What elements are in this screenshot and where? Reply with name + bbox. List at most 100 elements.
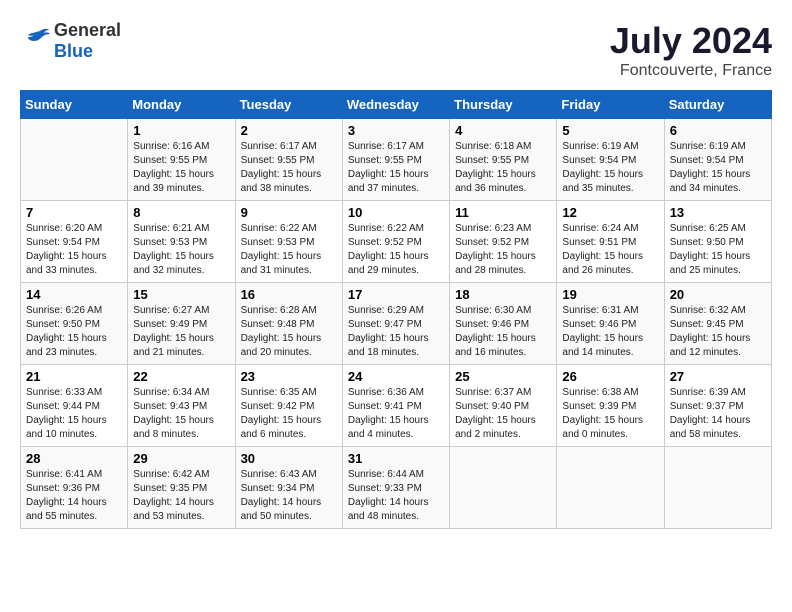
day-content: Sunrise: 6:26 AM Sunset: 9:50 PM Dayligh… [26, 304, 122, 360]
calendar-cell: 6 Sunrise: 6:19 AM Sunset: 9:54 PM Daylig… [664, 119, 771, 201]
day-content: Sunrise: 6:20 AM Sunset: 9:54 PM Dayligh… [26, 222, 122, 278]
day-number: 19 [562, 287, 658, 302]
day-number: 31 [348, 451, 444, 466]
day-content: Sunrise: 6:44 AM Sunset: 9:33 PM Dayligh… [348, 468, 444, 524]
day-content: Sunrise: 6:17 AM Sunset: 9:55 PM Dayligh… [241, 140, 337, 196]
weekday-header: Tuesday [235, 91, 342, 119]
day-number: 2 [241, 123, 337, 138]
day-content: Sunrise: 6:19 AM Sunset: 9:54 PM Dayligh… [562, 140, 658, 196]
day-number: 22 [133, 369, 229, 384]
day-number: 1 [133, 123, 229, 138]
weekday-header: Saturday [664, 91, 771, 119]
location-subtitle: Fontcouverte, France [610, 62, 772, 80]
day-number: 18 [455, 287, 551, 302]
calendar-cell: 17 Sunrise: 6:29 AM Sunset: 9:47 PM Dayli… [342, 283, 449, 365]
day-number: 4 [455, 123, 551, 138]
day-number: 11 [455, 205, 551, 220]
calendar-week-row: 21 Sunrise: 6:33 AM Sunset: 9:44 PM Dayli… [21, 365, 772, 447]
calendar-cell [664, 447, 771, 529]
day-number: 3 [348, 123, 444, 138]
day-content: Sunrise: 6:25 AM Sunset: 9:50 PM Dayligh… [670, 222, 766, 278]
day-number: 26 [562, 369, 658, 384]
day-content: Sunrise: 6:39 AM Sunset: 9:37 PM Dayligh… [670, 386, 766, 442]
day-number: 21 [26, 369, 122, 384]
day-content: Sunrise: 6:42 AM Sunset: 9:35 PM Dayligh… [133, 468, 229, 524]
day-number: 12 [562, 205, 658, 220]
month-title: July 2024 [610, 20, 772, 62]
day-number: 20 [670, 287, 766, 302]
calendar-cell [21, 119, 128, 201]
calendar-cell: 24Sunrise: 6:36 AM Sunset: 9:41 PM Dayli… [342, 365, 449, 447]
calendar-cell: 9Sunrise: 6:22 AM Sunset: 9:53 PM Daylig… [235, 201, 342, 283]
day-content: Sunrise: 6:33 AM Sunset: 9:44 PM Dayligh… [26, 386, 122, 442]
calendar-cell: 28Sunrise: 6:41 AM Sunset: 9:36 PM Dayli… [21, 447, 128, 529]
day-number: 8 [133, 205, 229, 220]
calendar-cell: 7 Sunrise: 6:20 AM Sunset: 9:54 PM Daylig… [21, 201, 128, 283]
calendar-cell: 31 Sunrise: 6:44 AM Sunset: 9:33 PM Dayli… [342, 447, 449, 529]
logo-icon [20, 27, 50, 56]
calendar-cell: 20 Sunrise: 6:32 AM Sunset: 9:45 PM Dayli… [664, 283, 771, 365]
calendar-cell: 21 Sunrise: 6:33 AM Sunset: 9:44 PM Dayli… [21, 365, 128, 447]
calendar-cell: 16 Sunrise: 6:28 AM Sunset: 9:48 PM Dayli… [235, 283, 342, 365]
day-content: Sunrise: 6:28 AM Sunset: 9:48 PM Dayligh… [241, 304, 337, 360]
calendar-header: SundayMondayTuesdayWednesdayThursdayFrid… [21, 91, 772, 119]
calendar-cell: 18Sunrise: 6:30 AM Sunset: 9:46 PM Dayli… [450, 283, 557, 365]
page-header: General Blue July 2024 Fontcouverte, Fra… [20, 20, 772, 80]
calendar-cell: 10 Sunrise: 6:22 AM Sunset: 9:52 PM Dayli… [342, 201, 449, 283]
calendar-cell: 3Sunrise: 6:17 AM Sunset: 9:55 PM Daylig… [342, 119, 449, 201]
calendar-cell [557, 447, 664, 529]
day-number: 7 [26, 205, 122, 220]
day-content: Sunrise: 6:31 AM Sunset: 9:46 PM Dayligh… [562, 304, 658, 360]
calendar-body: 1 Sunrise: 6:16 AM Sunset: 9:55 PM Daylig… [21, 119, 772, 529]
calendar-cell: 26 Sunrise: 6:38 AM Sunset: 9:39 PM Dayli… [557, 365, 664, 447]
calendar-cell: 29Sunrise: 6:42 AM Sunset: 9:35 PM Dayli… [128, 447, 235, 529]
calendar-week-row: 7 Sunrise: 6:20 AM Sunset: 9:54 PM Daylig… [21, 201, 772, 283]
day-content: Sunrise: 6:43 AM Sunset: 9:34 PM Dayligh… [241, 468, 337, 524]
weekday-header: Sunday [21, 91, 128, 119]
weekday-header: Monday [128, 91, 235, 119]
day-content: Sunrise: 6:36 AM Sunset: 9:41 PM Dayligh… [348, 386, 444, 442]
calendar-cell: 27 Sunrise: 6:39 AM Sunset: 9:37 PM Dayli… [664, 365, 771, 447]
day-content: Sunrise: 6:38 AM Sunset: 9:39 PM Dayligh… [562, 386, 658, 442]
calendar-cell: 15 Sunrise: 6:27 AM Sunset: 9:49 PM Dayli… [128, 283, 235, 365]
calendar-week-row: 14 Sunrise: 6:26 AM Sunset: 9:50 PM Dayli… [21, 283, 772, 365]
day-number: 6 [670, 123, 766, 138]
day-content: Sunrise: 6:19 AM Sunset: 9:54 PM Dayligh… [670, 140, 766, 196]
day-number: 28 [26, 451, 122, 466]
calendar-cell: 19 Sunrise: 6:31 AM Sunset: 9:46 PM Dayli… [557, 283, 664, 365]
calendar-cell [450, 447, 557, 529]
day-content: Sunrise: 6:29 AM Sunset: 9:47 PM Dayligh… [348, 304, 444, 360]
day-content: Sunrise: 6:18 AM Sunset: 9:55 PM Dayligh… [455, 140, 551, 196]
day-number: 14 [26, 287, 122, 302]
day-number: 17 [348, 287, 444, 302]
day-content: Sunrise: 6:27 AM Sunset: 9:49 PM Dayligh… [133, 304, 229, 360]
logo: General Blue [20, 20, 121, 62]
day-number: 15 [133, 287, 229, 302]
day-content: Sunrise: 6:32 AM Sunset: 9:45 PM Dayligh… [670, 304, 766, 360]
calendar-cell: 22Sunrise: 6:34 AM Sunset: 9:43 PM Dayli… [128, 365, 235, 447]
calendar-cell: 30Sunrise: 6:43 AM Sunset: 9:34 PM Dayli… [235, 447, 342, 529]
day-number: 13 [670, 205, 766, 220]
day-content: Sunrise: 6:16 AM Sunset: 9:55 PM Dayligh… [133, 140, 229, 196]
day-number: 27 [670, 369, 766, 384]
day-number: 25 [455, 369, 551, 384]
day-content: Sunrise: 6:22 AM Sunset: 9:52 PM Dayligh… [348, 222, 444, 278]
calendar-cell: 13 Sunrise: 6:25 AM Sunset: 9:50 PM Dayli… [664, 201, 771, 283]
title-block: July 2024 Fontcouverte, France [610, 20, 772, 80]
day-content: Sunrise: 6:24 AM Sunset: 9:51 PM Dayligh… [562, 222, 658, 278]
calendar-week-row: 28Sunrise: 6:41 AM Sunset: 9:36 PM Dayli… [21, 447, 772, 529]
calendar-cell: 1 Sunrise: 6:16 AM Sunset: 9:55 PM Daylig… [128, 119, 235, 201]
header-row: SundayMondayTuesdayWednesdayThursdayFrid… [21, 91, 772, 119]
day-number: 23 [241, 369, 337, 384]
calendar-table: SundayMondayTuesdayWednesdayThursdayFrid… [20, 90, 772, 529]
calendar-cell: 4 Sunrise: 6:18 AM Sunset: 9:55 PM Daylig… [450, 119, 557, 201]
weekday-header: Friday [557, 91, 664, 119]
day-content: Sunrise: 6:21 AM Sunset: 9:53 PM Dayligh… [133, 222, 229, 278]
day-number: 10 [348, 205, 444, 220]
day-content: Sunrise: 6:37 AM Sunset: 9:40 PM Dayligh… [455, 386, 551, 442]
weekday-header: Wednesday [342, 91, 449, 119]
day-number: 16 [241, 287, 337, 302]
calendar-cell: 2 Sunrise: 6:17 AM Sunset: 9:55 PM Daylig… [235, 119, 342, 201]
day-content: Sunrise: 6:35 AM Sunset: 9:42 PM Dayligh… [241, 386, 337, 442]
calendar-cell: 12 Sunrise: 6:24 AM Sunset: 9:51 PM Dayli… [557, 201, 664, 283]
